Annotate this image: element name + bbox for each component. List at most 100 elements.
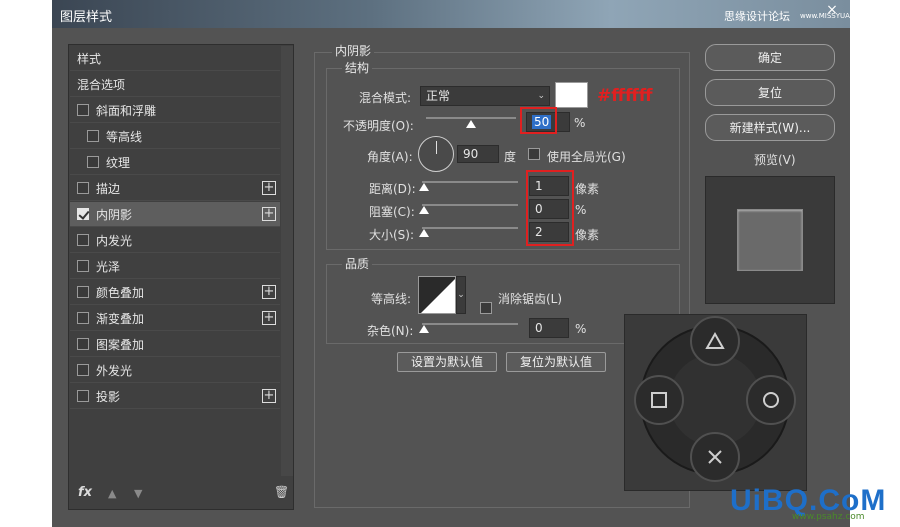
style-item-checkbox[interactable] bbox=[77, 390, 89, 402]
style-preview-swatch bbox=[737, 209, 803, 271]
style-item-checkbox[interactable] bbox=[77, 208, 89, 220]
angle-dial[interactable] bbox=[418, 136, 454, 172]
title-bar[interactable]: 图层样式 思缘设计论坛 www.MISSYUAN.COM × bbox=[52, 0, 874, 28]
style-item-checkbox[interactable] bbox=[77, 312, 89, 324]
make-default-button[interactable]: 设置为默认值 bbox=[397, 352, 497, 372]
contour-label: 等高线: bbox=[371, 292, 412, 306]
quality-title: 品质 bbox=[342, 255, 373, 272]
style-item-checkbox[interactable] bbox=[77, 286, 89, 298]
color-annotation: #ffffff bbox=[597, 86, 653, 106]
style-item-label: 光泽 bbox=[96, 259, 121, 274]
style-item-label: 投影 bbox=[96, 389, 121, 404]
distance-slider-handle[interactable] bbox=[419, 183, 429, 191]
noise-unit: % bbox=[575, 322, 587, 336]
shadow-color-swatch[interactable] bbox=[555, 82, 588, 108]
style-item-9[interactable]: 颜色叠加 + bbox=[70, 280, 280, 305]
style-item-label: 内阴影 bbox=[96, 207, 133, 222]
add-effect-plus-icon[interactable]: + bbox=[262, 285, 276, 299]
choke-slider[interactable] bbox=[422, 204, 518, 206]
contour-dropdown-chevron-icon[interactable]: ⌄ bbox=[456, 276, 466, 314]
distance-label: 距离(D): bbox=[369, 182, 416, 196]
style-item-checkbox[interactable] bbox=[77, 338, 89, 350]
global-light-checkbox[interactable] bbox=[528, 148, 540, 160]
style-item-1[interactable]: 混合选项 bbox=[70, 72, 280, 97]
reset-button[interactable]: 复位 bbox=[705, 79, 835, 106]
noise-slider-handle[interactable] bbox=[419, 325, 429, 333]
style-item-checkbox[interactable] bbox=[77, 364, 89, 376]
structure-title: 结构 bbox=[342, 59, 373, 76]
preview-label: 预览(V) bbox=[754, 153, 796, 167]
contour-preview[interactable] bbox=[418, 276, 456, 314]
noise-slider[interactable] bbox=[422, 323, 518, 325]
move-up-icon[interactable]: ▲ bbox=[108, 487, 116, 500]
size-slider-handle[interactable] bbox=[419, 229, 429, 237]
style-item-checkbox[interactable] bbox=[87, 156, 99, 168]
style-item-4[interactable]: 纹理 bbox=[70, 150, 280, 175]
choke-unit: % bbox=[575, 203, 587, 217]
fx-button[interactable]: fx bbox=[78, 485, 92, 500]
highlight-box-opacity bbox=[520, 107, 557, 134]
opacity-label: 不透明度(O): bbox=[343, 119, 414, 133]
watermark-title: 思缘设计论坛 bbox=[724, 10, 790, 23]
noise-value: 0 bbox=[535, 321, 543, 335]
contour-curve-icon bbox=[419, 277, 455, 313]
inner-shadow-title: 内阴影 bbox=[332, 42, 375, 59]
anti-alias-label: 消除锯齿(L) bbox=[498, 292, 563, 306]
style-item-12[interactable]: 外发光 bbox=[70, 358, 280, 383]
anti-alias-checkbox[interactable] bbox=[480, 302, 492, 314]
add-effect-plus-icon[interactable]: + bbox=[262, 181, 276, 195]
style-item-checkbox[interactable] bbox=[77, 104, 89, 116]
size-slider[interactable] bbox=[422, 227, 518, 229]
opacity-slider[interactable] bbox=[426, 117, 516, 119]
style-item-checkbox[interactable] bbox=[87, 130, 99, 142]
style-item-checkbox[interactable] bbox=[77, 260, 89, 272]
add-effect-plus-icon[interactable]: + bbox=[262, 311, 276, 325]
add-effect-plus-icon[interactable]: + bbox=[262, 389, 276, 403]
size-label: 大小(S): bbox=[369, 228, 415, 242]
style-item-11[interactable]: 图案叠加 bbox=[70, 332, 280, 357]
style-list-scrollbar[interactable] bbox=[281, 46, 293, 476]
angle-input[interactable]: 90 bbox=[457, 145, 499, 163]
style-item-5[interactable]: 描边 + bbox=[70, 176, 280, 201]
style-item-2[interactable]: 斜面和浮雕 bbox=[70, 98, 280, 123]
style-item-label: 渐变叠加 bbox=[96, 311, 145, 326]
angle-dial-needle bbox=[436, 141, 437, 154]
style-item-6[interactable]: 内阴影 + bbox=[70, 202, 280, 227]
reset-default-button[interactable]: 复位为默认值 bbox=[506, 352, 606, 372]
new-style-button[interactable]: 新建样式(W)... bbox=[705, 114, 835, 141]
style-item-checkbox[interactable] bbox=[77, 182, 89, 194]
watermark-url-bottom: www.psahz.com bbox=[792, 512, 865, 522]
style-item-label: 颜色叠加 bbox=[96, 285, 145, 300]
square-icon bbox=[651, 392, 667, 408]
close-button[interactable]: × bbox=[820, 0, 844, 20]
style-item-label: 图案叠加 bbox=[96, 337, 145, 352]
triangle-icon bbox=[705, 331, 725, 349]
style-item-8[interactable]: 光泽 bbox=[70, 254, 280, 279]
style-item-7[interactable]: 内发光 bbox=[70, 228, 280, 253]
style-item-13[interactable]: 投影 + bbox=[70, 384, 280, 409]
choke-slider-handle[interactable] bbox=[419, 206, 429, 214]
style-item-label: 样式 bbox=[77, 51, 102, 66]
style-item-checkbox[interactable] bbox=[77, 234, 89, 246]
noise-input[interactable]: 0 bbox=[529, 318, 569, 338]
style-item-0[interactable]: 样式 bbox=[70, 46, 280, 71]
noise-label: 杂色(N): bbox=[367, 324, 414, 338]
opacity-slider-handle[interactable] bbox=[466, 120, 476, 128]
style-preview-box bbox=[705, 176, 835, 304]
ok-button[interactable]: 确定 bbox=[705, 44, 835, 71]
style-item-label: 斜面和浮雕 bbox=[96, 103, 157, 118]
add-effect-plus-icon[interactable]: + bbox=[262, 207, 276, 221]
circle-icon bbox=[763, 392, 779, 408]
style-item-label: 内发光 bbox=[96, 233, 133, 248]
blend-mode-value: 正常 bbox=[426, 89, 451, 103]
style-item-label: 纹理 bbox=[106, 155, 131, 170]
cross-icon bbox=[708, 450, 722, 464]
move-down-icon[interactable]: ▼ bbox=[134, 487, 142, 500]
trash-icon[interactable]: 🗑 bbox=[274, 485, 289, 499]
distance-slider[interactable] bbox=[422, 181, 518, 183]
style-item-3[interactable]: 等高线 bbox=[70, 124, 280, 149]
window-title: 图层样式 bbox=[60, 10, 113, 25]
choke-label: 阻塞(C): bbox=[369, 205, 415, 219]
blend-mode-select[interactable]: 正常 ⌄ bbox=[420, 86, 550, 106]
style-item-10[interactable]: 渐变叠加 + bbox=[70, 306, 280, 331]
